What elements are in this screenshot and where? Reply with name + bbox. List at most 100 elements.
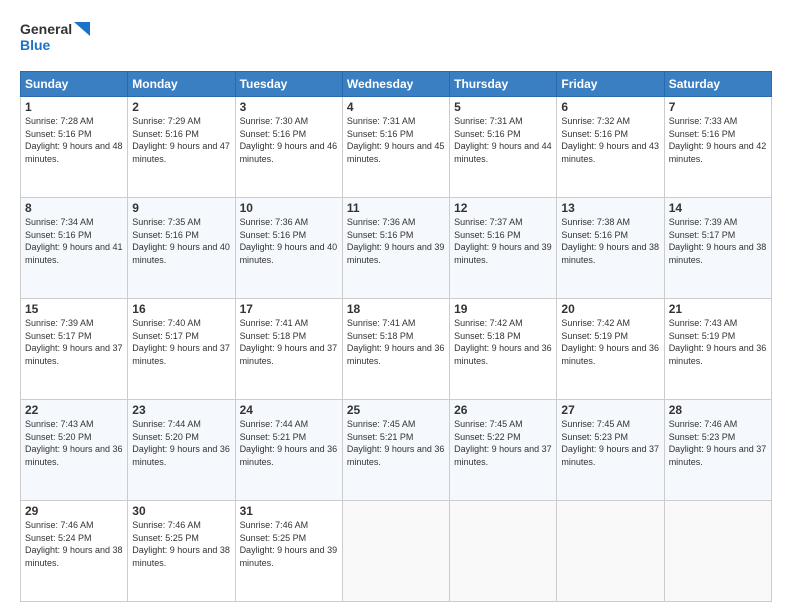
day-info: Sunrise: 7:42 AMSunset: 5:19 PMDaylight:… [561, 317, 659, 367]
day-number: 15 [25, 302, 123, 316]
calendar-cell: 13Sunrise: 7:38 AMSunset: 5:16 PMDayligh… [557, 198, 664, 299]
day-info: Sunrise: 7:38 AMSunset: 5:16 PMDaylight:… [561, 216, 659, 266]
weekday-header-thursday: Thursday [450, 72, 557, 97]
day-info: Sunrise: 7:28 AMSunset: 5:16 PMDaylight:… [25, 115, 123, 165]
day-info: Sunrise: 7:41 AMSunset: 5:18 PMDaylight:… [240, 317, 338, 367]
day-info: Sunrise: 7:44 AMSunset: 5:20 PMDaylight:… [132, 418, 230, 468]
day-number: 1 [25, 100, 123, 114]
calendar-cell: 1Sunrise: 7:28 AMSunset: 5:16 PMDaylight… [21, 97, 128, 198]
day-info: Sunrise: 7:39 AMSunset: 5:17 PMDaylight:… [669, 216, 767, 266]
day-number: 17 [240, 302, 338, 316]
day-number: 29 [25, 504, 123, 518]
calendar-cell [342, 501, 449, 602]
calendar-week-2: 8Sunrise: 7:34 AMSunset: 5:16 PMDaylight… [21, 198, 772, 299]
calendar-cell: 26Sunrise: 7:45 AMSunset: 5:22 PMDayligh… [450, 400, 557, 501]
calendar-cell: 22Sunrise: 7:43 AMSunset: 5:20 PMDayligh… [21, 400, 128, 501]
calendar-cell: 27Sunrise: 7:45 AMSunset: 5:23 PMDayligh… [557, 400, 664, 501]
day-info: Sunrise: 7:46 AMSunset: 5:23 PMDaylight:… [669, 418, 767, 468]
day-number: 26 [454, 403, 552, 417]
day-number: 9 [132, 201, 230, 215]
day-info: Sunrise: 7:43 AMSunset: 5:20 PMDaylight:… [25, 418, 123, 468]
calendar-cell: 2Sunrise: 7:29 AMSunset: 5:16 PMDaylight… [128, 97, 235, 198]
day-number: 7 [669, 100, 767, 114]
day-info: Sunrise: 7:43 AMSunset: 5:19 PMDaylight:… [669, 317, 767, 367]
calendar-cell: 16Sunrise: 7:40 AMSunset: 5:17 PMDayligh… [128, 299, 235, 400]
day-number: 6 [561, 100, 659, 114]
day-number: 4 [347, 100, 445, 114]
calendar-cell: 25Sunrise: 7:45 AMSunset: 5:21 PMDayligh… [342, 400, 449, 501]
day-number: 18 [347, 302, 445, 316]
day-info: Sunrise: 7:45 AMSunset: 5:22 PMDaylight:… [454, 418, 552, 468]
calendar-cell: 8Sunrise: 7:34 AMSunset: 5:16 PMDaylight… [21, 198, 128, 299]
day-info: Sunrise: 7:34 AMSunset: 5:16 PMDaylight:… [25, 216, 123, 266]
calendar-cell [664, 501, 771, 602]
logo-area: General Blue [20, 16, 90, 61]
svg-text:Blue: Blue [20, 37, 51, 53]
calendar-cell [557, 501, 664, 602]
day-number: 21 [669, 302, 767, 316]
day-number: 13 [561, 201, 659, 215]
day-number: 23 [132, 403, 230, 417]
day-number: 31 [240, 504, 338, 518]
weekday-header-saturday: Saturday [664, 72, 771, 97]
day-number: 3 [240, 100, 338, 114]
calendar-cell: 24Sunrise: 7:44 AMSunset: 5:21 PMDayligh… [235, 400, 342, 501]
calendar-cell: 14Sunrise: 7:39 AMSunset: 5:17 PMDayligh… [664, 198, 771, 299]
day-info: Sunrise: 7:36 AMSunset: 5:16 PMDaylight:… [347, 216, 445, 266]
calendar-cell: 3Sunrise: 7:30 AMSunset: 5:16 PMDaylight… [235, 97, 342, 198]
calendar-week-4: 22Sunrise: 7:43 AMSunset: 5:20 PMDayligh… [21, 400, 772, 501]
day-number: 28 [669, 403, 767, 417]
page: General Blue SundayMondayTuesdayWednesda… [0, 0, 792, 612]
weekday-header-monday: Monday [128, 72, 235, 97]
day-number: 20 [561, 302, 659, 316]
day-number: 14 [669, 201, 767, 215]
day-number: 12 [454, 201, 552, 215]
day-info: Sunrise: 7:40 AMSunset: 5:17 PMDaylight:… [132, 317, 230, 367]
day-number: 11 [347, 201, 445, 215]
calendar-week-5: 29Sunrise: 7:46 AMSunset: 5:24 PMDayligh… [21, 501, 772, 602]
calendar-cell: 28Sunrise: 7:46 AMSunset: 5:23 PMDayligh… [664, 400, 771, 501]
calendar-cell: 7Sunrise: 7:33 AMSunset: 5:16 PMDaylight… [664, 97, 771, 198]
day-info: Sunrise: 7:46 AMSunset: 5:25 PMDaylight:… [240, 519, 338, 569]
day-number: 5 [454, 100, 552, 114]
weekday-header-tuesday: Tuesday [235, 72, 342, 97]
calendar-cell: 31Sunrise: 7:46 AMSunset: 5:25 PMDayligh… [235, 501, 342, 602]
calendar-cell: 30Sunrise: 7:46 AMSunset: 5:25 PMDayligh… [128, 501, 235, 602]
calendar-table: SundayMondayTuesdayWednesdayThursdayFrid… [20, 71, 772, 602]
weekday-header-friday: Friday [557, 72, 664, 97]
day-info: Sunrise: 7:45 AMSunset: 5:23 PMDaylight:… [561, 418, 659, 468]
calendar-cell: 17Sunrise: 7:41 AMSunset: 5:18 PMDayligh… [235, 299, 342, 400]
weekday-header-wednesday: Wednesday [342, 72, 449, 97]
calendar-cell: 23Sunrise: 7:44 AMSunset: 5:20 PMDayligh… [128, 400, 235, 501]
calendar-week-1: 1Sunrise: 7:28 AMSunset: 5:16 PMDaylight… [21, 97, 772, 198]
day-info: Sunrise: 7:29 AMSunset: 5:16 PMDaylight:… [132, 115, 230, 165]
day-info: Sunrise: 7:42 AMSunset: 5:18 PMDaylight:… [454, 317, 552, 367]
logo: General Blue [20, 16, 90, 61]
calendar-cell: 10Sunrise: 7:36 AMSunset: 5:16 PMDayligh… [235, 198, 342, 299]
svg-text:General: General [20, 21, 72, 37]
day-info: Sunrise: 7:31 AMSunset: 5:16 PMDaylight:… [454, 115, 552, 165]
day-number: 25 [347, 403, 445, 417]
day-info: Sunrise: 7:36 AMSunset: 5:16 PMDaylight:… [240, 216, 338, 266]
calendar-cell: 5Sunrise: 7:31 AMSunset: 5:16 PMDaylight… [450, 97, 557, 198]
day-number: 16 [132, 302, 230, 316]
day-number: 27 [561, 403, 659, 417]
day-info: Sunrise: 7:45 AMSunset: 5:21 PMDaylight:… [347, 418, 445, 468]
day-number: 19 [454, 302, 552, 316]
calendar-cell: 18Sunrise: 7:41 AMSunset: 5:18 PMDayligh… [342, 299, 449, 400]
weekday-header-sunday: Sunday [21, 72, 128, 97]
day-number: 2 [132, 100, 230, 114]
calendar-cell: 29Sunrise: 7:46 AMSunset: 5:24 PMDayligh… [21, 501, 128, 602]
calendar-cell: 19Sunrise: 7:42 AMSunset: 5:18 PMDayligh… [450, 299, 557, 400]
day-info: Sunrise: 7:37 AMSunset: 5:16 PMDaylight:… [454, 216, 552, 266]
calendar-cell: 20Sunrise: 7:42 AMSunset: 5:19 PMDayligh… [557, 299, 664, 400]
day-number: 8 [25, 201, 123, 215]
day-info: Sunrise: 7:30 AMSunset: 5:16 PMDaylight:… [240, 115, 338, 165]
calendar-cell: 4Sunrise: 7:31 AMSunset: 5:16 PMDaylight… [342, 97, 449, 198]
calendar-cell [450, 501, 557, 602]
day-info: Sunrise: 7:31 AMSunset: 5:16 PMDaylight:… [347, 115, 445, 165]
calendar-cell: 21Sunrise: 7:43 AMSunset: 5:19 PMDayligh… [664, 299, 771, 400]
calendar-cell: 12Sunrise: 7:37 AMSunset: 5:16 PMDayligh… [450, 198, 557, 299]
header: General Blue [20, 16, 772, 61]
calendar-cell: 11Sunrise: 7:36 AMSunset: 5:16 PMDayligh… [342, 198, 449, 299]
